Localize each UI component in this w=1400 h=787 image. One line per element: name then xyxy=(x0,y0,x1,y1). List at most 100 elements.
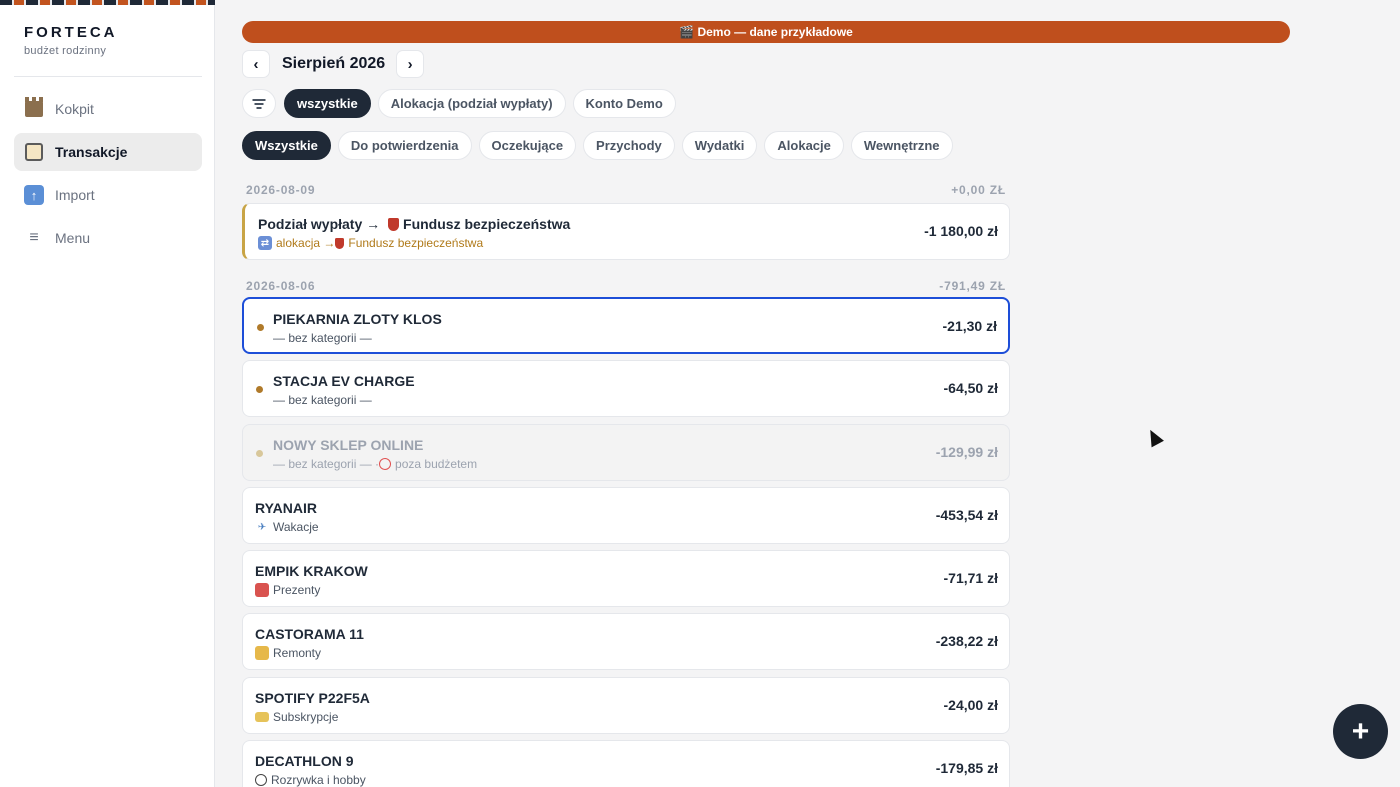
no-entry-icon xyxy=(379,458,392,470)
transaction-amount: -64,50 zł xyxy=(943,380,998,396)
transaction-row[interactable]: NOWY SKLEP ONLINE — bez kategorii — · po… xyxy=(242,424,1010,481)
type-chip-wydatki[interactable]: Wydatki xyxy=(681,131,758,160)
transaction-row[interactable]: EMPIK KRAKOW Prezenty -71,71 zł xyxy=(242,550,1010,607)
sidebar-item-import[interactable]: ↑ Import xyxy=(14,176,202,214)
category-label: Wakacje xyxy=(273,520,319,534)
sidebar-item-label: Import xyxy=(55,187,95,203)
construction-worker-icon xyxy=(255,646,269,660)
transaction-row[interactable]: RYANAIR ✈ Wakacje -453,54 zł xyxy=(242,487,1010,544)
airplane-icon: ✈ xyxy=(257,521,267,533)
shield-icon xyxy=(335,237,345,249)
type-chip-alokacje[interactable]: Alokacje xyxy=(764,131,844,160)
day-total: -791,49 ZŁ xyxy=(939,279,1006,293)
transaction-amount: -21,30 zł xyxy=(942,318,997,334)
category-label: Remonty xyxy=(273,646,322,660)
upload-icon: ↑ xyxy=(24,185,44,205)
gift-icon xyxy=(255,583,269,597)
account-chip-alokacja[interactable]: Alokacja (podział wypłaty) xyxy=(377,89,566,118)
shield-icon xyxy=(388,218,400,231)
type-filter-row: Wszystkie Do potwierdzenia Oczekujące Pr… xyxy=(242,131,960,160)
off-budget-label: poza budżetem xyxy=(395,457,478,471)
transaction-category: Prezenty xyxy=(255,583,320,597)
transaction-name: Podział wypłaty → Fundusz bezpieczeństwa xyxy=(258,216,570,232)
transaction-amount: -1 180,00 zł xyxy=(924,223,998,239)
transaction-name-part: Fundusz bezpieczeństwa xyxy=(403,216,571,232)
month-label: Sierpień 2026 xyxy=(282,55,386,72)
day-header: 2026-08-06 -791,49 ZŁ xyxy=(246,279,1006,293)
transaction-name: NOWY SKLEP ONLINE xyxy=(273,437,424,453)
transaction-name-part: Podział wypłaty → xyxy=(258,216,385,232)
brand-name: FORTECA xyxy=(24,24,118,41)
brand-subtitle: budżet rodzinny xyxy=(24,45,107,57)
transaction-name: PIEKARNIA ZLOTY KLOS xyxy=(273,311,442,327)
menu-icon: ≡ xyxy=(29,229,39,246)
category-label: Prezenty xyxy=(273,583,321,597)
account-chip-konto-demo[interactable]: Konto Demo xyxy=(572,89,676,118)
category-label: Subskrypcje xyxy=(273,710,339,724)
transaction-category: Rozrywka i hobby xyxy=(255,773,366,787)
category-label: Rozrywka i hobby xyxy=(271,773,366,787)
prev-month-button[interactable]: ‹ xyxy=(242,50,270,78)
transaction-row[interactable]: DECATHLON 9 Rozrywka i hobby -179,85 zł xyxy=(242,740,1010,787)
type-chip-przychody[interactable]: Przychody xyxy=(583,131,675,160)
type-chip-wewnetrzne[interactable]: Wewnętrzne xyxy=(850,131,953,160)
type-chip-oczekujace[interactable]: Oczekujące xyxy=(478,131,577,160)
day-header: 2026-08-09 +0,00 ZŁ xyxy=(246,183,1006,197)
sidebar-item-label: Kokpit xyxy=(55,101,94,117)
transaction-sub-part: Fundusz bezpieczeństwa xyxy=(348,236,484,250)
transaction-amount: -24,00 zł xyxy=(943,697,998,713)
transaction-amount: -179,85 zł xyxy=(935,760,998,776)
soccer-ball-icon xyxy=(255,774,267,786)
sidebar-item-kokpit[interactable]: Kokpit xyxy=(14,90,202,128)
brand[interactable]: FORTECA budżet rodzinny xyxy=(24,24,118,57)
day-date: 2026-08-06 xyxy=(246,279,316,293)
transaction-row[interactable]: PIEKARNIA ZLOTY KLOS — bez kategorii — -… xyxy=(242,297,1010,354)
transaction-category: ✈ Wakacje xyxy=(255,520,319,534)
transaction-amount: -453,54 zł xyxy=(935,507,998,523)
sidebar-item-transakcje[interactable]: Transakcje xyxy=(14,133,202,171)
transaction-sub-part: alokacja → xyxy=(276,236,336,250)
transaction-name: EMPIK KRAKOW xyxy=(255,563,368,579)
sidebar-item-label: Transakcje xyxy=(55,144,128,160)
transaction-name: STACJA EV CHARGE xyxy=(273,373,415,389)
castle-icon xyxy=(24,97,44,119)
transaction-name: CASTORAMA 11 xyxy=(255,626,364,642)
transaction-name: RYANAIR xyxy=(255,500,317,516)
pending-dot-icon xyxy=(257,324,264,331)
allocation-icon: ⇄ xyxy=(258,236,272,250)
pending-dot-icon xyxy=(256,450,263,457)
transaction-row[interactable]: SPOTIFY P22F5A Subskrypcje -24,00 zł xyxy=(242,677,1010,734)
transaction-row[interactable]: CASTORAMA 11 Remonty -238,22 zł xyxy=(242,613,1010,670)
brand-stripe xyxy=(0,0,215,5)
next-month-button[interactable]: › xyxy=(396,50,425,78)
sidebar-divider xyxy=(14,76,202,77)
transaction-category: Subskrypcje xyxy=(255,710,338,724)
notepad-icon xyxy=(24,142,44,162)
transaction-row[interactable]: STACJA EV CHARGE — bez kategorii — -64,5… xyxy=(242,360,1010,417)
transaction-category-text: — bez kategorii — · xyxy=(273,457,380,471)
transaction-row[interactable]: Podział wypłaty → Fundusz bezpieczeństwa… xyxy=(242,203,1010,260)
filter-icon xyxy=(252,99,266,109)
day-total: +0,00 ZŁ xyxy=(951,183,1006,197)
pending-dot-icon xyxy=(256,386,263,393)
sidebar-nav: Kokpit Transakcje ↑ Import ≡ Menu xyxy=(14,90,202,262)
sidebar-item-menu[interactable]: ≡ Menu xyxy=(14,219,202,257)
account-chip-all[interactable]: wszystkie xyxy=(284,89,371,118)
credit-card-icon xyxy=(255,712,269,722)
sidebar-item-label: Menu xyxy=(55,230,91,246)
transaction-amount: -71,71 zł xyxy=(943,570,998,586)
account-filter-row: wszystkie Alokacja (podział wypłaty) Kon… xyxy=(242,89,683,118)
demo-banner: 🎬 Demo — dane przykładowe xyxy=(242,21,1290,43)
transaction-subtitle: ⇄ alokacja → Fundusz bezpieczeństwa xyxy=(258,236,483,250)
transaction-category: — bez kategorii — xyxy=(273,331,372,345)
type-chip-do-potwierdzenia[interactable]: Do potwierdzenia xyxy=(337,131,472,160)
sidebar: FORTECA budżet rodzinny Kokpit Transakcj… xyxy=(0,0,215,787)
transaction-category: — bez kategorii — xyxy=(273,393,372,407)
day-date: 2026-08-09 xyxy=(246,183,316,197)
month-navigation: ‹ Sierpień 2026 › xyxy=(242,50,425,78)
transaction-category: — bez kategorii — · poza budżetem xyxy=(273,457,477,471)
add-transaction-button[interactable]: + xyxy=(1333,704,1388,759)
filter-button[interactable] xyxy=(242,89,276,118)
type-chip-wszystkie[interactable]: Wszystkie xyxy=(242,131,331,160)
transaction-amount: -238,22 zł xyxy=(935,633,998,649)
